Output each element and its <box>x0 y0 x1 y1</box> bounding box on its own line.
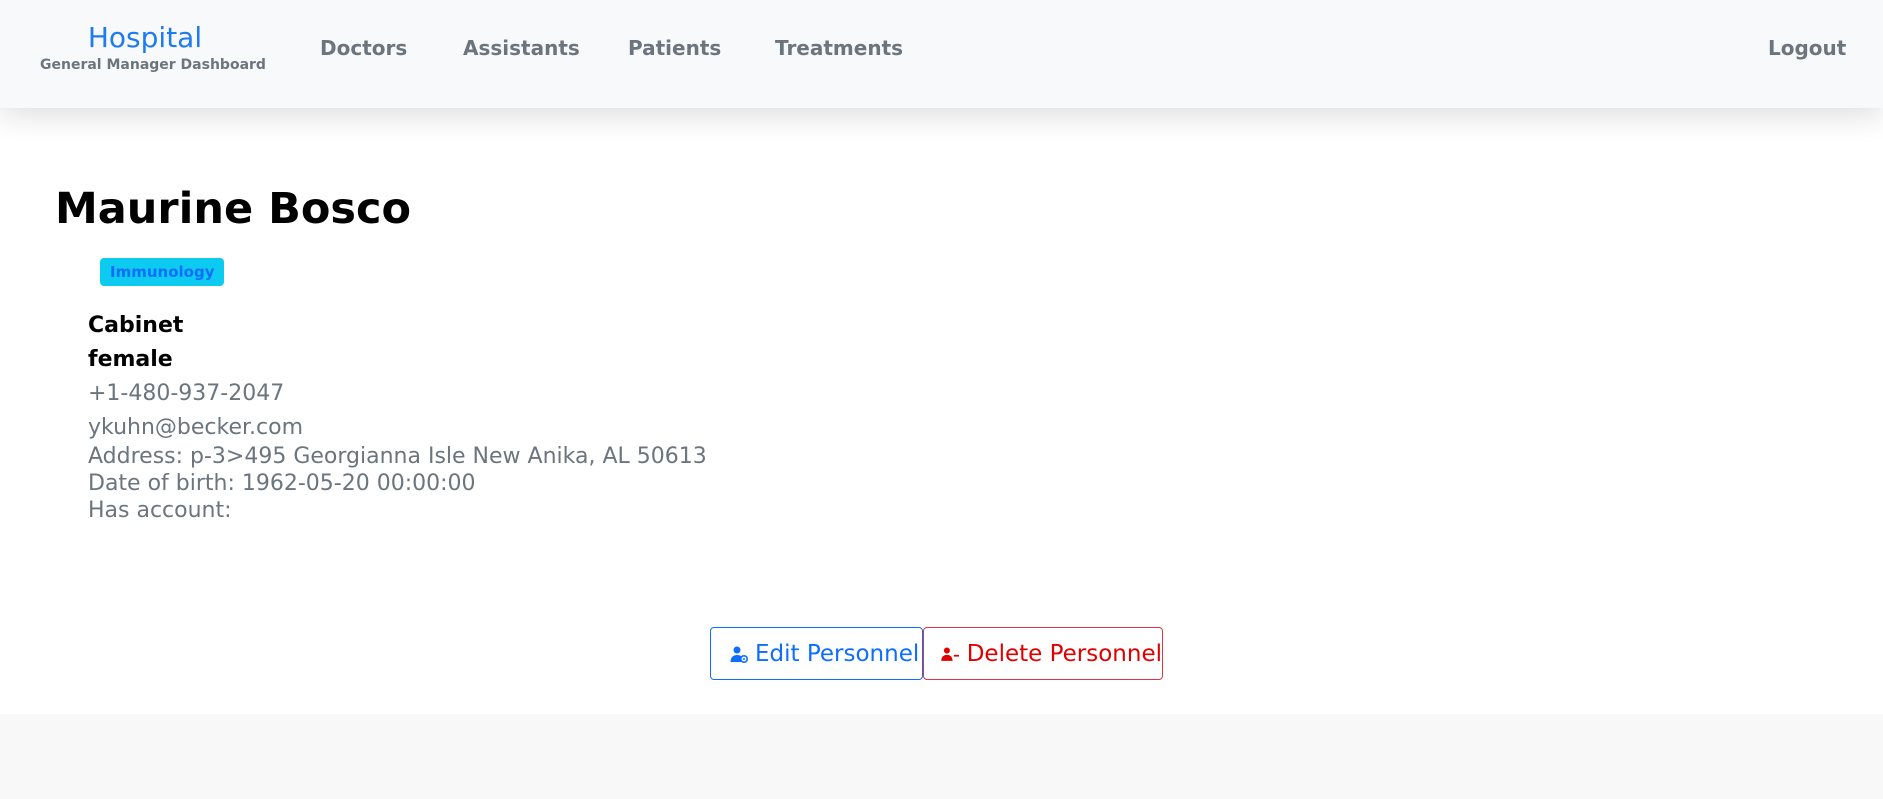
nav-link-treatments[interactable]: Treatments <box>775 36 903 60</box>
personnel-address: Address: p-3>495 Georgianna Isle New Ani… <box>88 444 707 469</box>
top-navbar: Hospital General Manager Dashboard Docto… <box>0 0 1883 108</box>
delete-personnel-button[interactable]: Delete Personnel <box>923 627 1163 680</box>
user-remove-icon <box>941 647 959 661</box>
edit-personnel-label: Edit Personnel <box>755 640 920 667</box>
personnel-has-account: Has account: <box>88 498 232 523</box>
personnel-dob: Date of birth: 1962-05-20 00:00:00 <box>88 471 476 496</box>
personnel-detail: Maurine Bosco Immunology Cabinet female … <box>0 108 1883 714</box>
personnel-phone: +1-480-937-2047 <box>88 381 285 406</box>
brand[interactable]: Hospital General Manager Dashboard <box>40 20 266 74</box>
personnel-email: ykuhn@becker.com <box>88 415 304 440</box>
nav-link-patients[interactable]: Patients <box>628 36 721 60</box>
user-gear-icon <box>730 646 749 663</box>
edit-personnel-button[interactable]: Edit Personnel <box>710 627 923 680</box>
personnel-name: Maurine Bosco <box>55 184 412 234</box>
brand-title[interactable]: Hospital <box>40 20 250 56</box>
logout-link[interactable]: Logout <box>1768 36 1846 60</box>
delete-personnel-label: Delete Personnel <box>966 640 1162 667</box>
nav-link-assistants[interactable]: Assistants <box>463 36 580 60</box>
personnel-gender: female <box>88 347 173 372</box>
brand-subtitle: General Manager Dashboard <box>40 57 266 73</box>
nav-link-doctors[interactable]: Doctors <box>320 36 407 60</box>
personnel-role: Cabinet <box>88 313 184 338</box>
specialty-badge: Immunology <box>100 258 225 286</box>
